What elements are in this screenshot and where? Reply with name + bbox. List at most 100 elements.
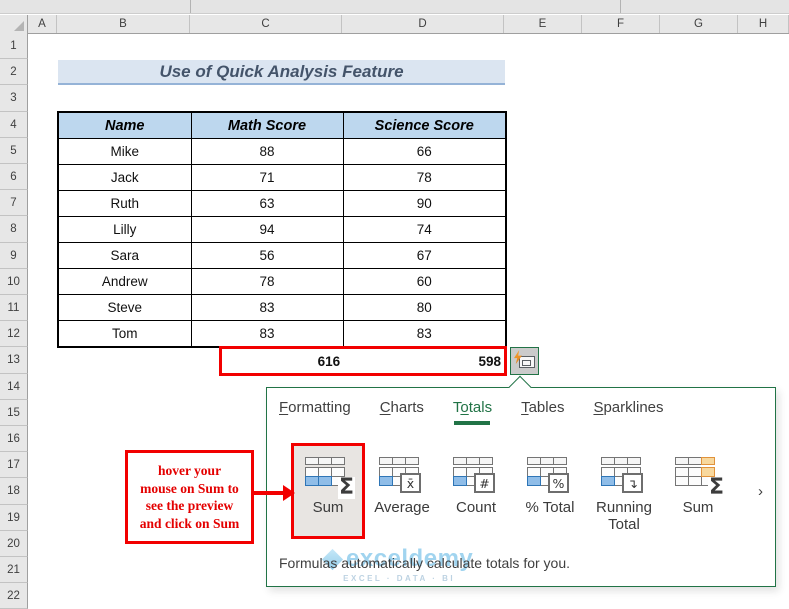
running-total-icon: ↴ (601, 457, 647, 494)
row-header-12[interactable]: 12 (0, 321, 28, 347)
sum-rows-icon: Σ (305, 457, 355, 499)
row-header-5[interactable]: 5 (0, 138, 28, 164)
cell-math[interactable]: 83 (190, 320, 344, 348)
quick-analysis-tabs: Formatting Charts Totals Tables Sparklin… (279, 399, 664, 425)
cell-science[interactable]: 78 (342, 164, 507, 191)
column-header-d[interactable]: D (342, 15, 504, 33)
cell-name[interactable]: Ruth (57, 190, 192, 217)
annotation-arrow (253, 491, 285, 495)
row-header-15[interactable]: 15 (0, 400, 28, 426)
quick-analysis-form-icon (519, 356, 535, 368)
row-header-3[interactable]: 3 (0, 85, 28, 112)
cell-name[interactable]: Jack (57, 164, 192, 191)
row-header-21[interactable]: 21 (0, 557, 28, 583)
row-header-11[interactable]: 11 (0, 295, 28, 321)
table-row: Ruth 63 90 (57, 190, 507, 217)
math-total[interactable]: 616 (222, 354, 342, 369)
cell-name[interactable]: Mike (57, 138, 192, 165)
column-header-g[interactable]: G (660, 15, 738, 33)
row-header-9[interactable]: 9 (0, 243, 28, 269)
cell-science[interactable]: 66 (342, 138, 507, 165)
cell-math[interactable]: 71 (190, 164, 344, 191)
cell-math[interactable]: 63 (190, 190, 344, 217)
tab-formatting[interactable]: Formatting (279, 399, 351, 416)
quick-analysis-button[interactable] (510, 347, 539, 375)
row-header-10[interactable]: 10 (0, 269, 28, 295)
sigma-glyph: Σ (337, 475, 355, 500)
row-header-14[interactable]: 14 (0, 374, 28, 400)
column-header-e[interactable]: E (504, 15, 582, 33)
option-label: Count (455, 499, 497, 516)
cell-math[interactable]: 94 (190, 216, 344, 243)
tab-totals[interactable]: Totals (453, 399, 492, 425)
row-header-17[interactable]: 17 (0, 452, 28, 478)
header-math-score[interactable]: Math Score (190, 111, 344, 139)
tab-sparklines[interactable]: Sparklines (593, 399, 663, 416)
row-header-7[interactable]: 7 (0, 190, 28, 216)
cell-math[interactable]: 56 (190, 242, 344, 269)
row-header-13[interactable]: 13 (0, 347, 28, 374)
totals-option-count[interactable]: # Count (439, 443, 513, 539)
column-header-a[interactable]: A (28, 15, 57, 33)
column-header-h[interactable]: H (738, 15, 789, 33)
row-header-2[interactable]: 2 (0, 59, 28, 85)
cell-science[interactable]: 90 (342, 190, 507, 217)
cell-math[interactable]: 78 (190, 268, 344, 295)
row-header-16[interactable]: 16 (0, 426, 28, 452)
annotation-text: hover your mouse on Sum to see the previ… (139, 463, 240, 531)
percent-total-icon: % (527, 457, 573, 494)
table-row: Mike 88 66 (57, 138, 507, 165)
option-label: Running Total (596, 499, 652, 533)
cell-math[interactable]: 83 (190, 294, 344, 321)
select-all-triangle-icon (14, 21, 24, 31)
quick-analysis-popup: Formatting Charts Totals Tables Sparklin… (266, 387, 776, 587)
option-label: Sum (682, 499, 714, 516)
table-row: Andrew 78 60 (57, 268, 507, 295)
cell-math[interactable]: 88 (190, 138, 344, 165)
totals-option-sum[interactable]: Σ Sum (291, 443, 365, 539)
table-row: Jack 71 78 (57, 164, 507, 191)
cell-science[interactable]: 80 (342, 294, 507, 321)
scroll-right-icon[interactable]: › (758, 484, 763, 499)
excel-window: A B C D E F G H 1 2 3 4 5 6 7 8 9 10 11 … (0, 0, 789, 609)
row-header-1[interactable]: 1 (0, 33, 28, 59)
annotation-box: hover your mouse on Sum to see the previ… (125, 450, 254, 544)
column-header-f[interactable]: F (582, 15, 660, 33)
cell-science[interactable]: 67 (342, 242, 507, 269)
tab-charts[interactable]: Charts (380, 399, 424, 416)
formula-bar-divider (620, 0, 621, 13)
header-name[interactable]: Name (57, 111, 192, 139)
totals-option-sum-columns[interactable]: Σ Sum (661, 443, 735, 539)
tab-tables[interactable]: Tables (521, 399, 564, 416)
cell-name[interactable]: Tom (57, 320, 192, 348)
row-header-22[interactable]: 22 (0, 583, 28, 609)
cell-name[interactable]: Andrew (57, 268, 192, 295)
table-row: Sara 56 67 (57, 242, 507, 269)
cell-name[interactable]: Sara (57, 242, 192, 269)
count-icon: # (453, 457, 499, 494)
cell-science[interactable]: 83 (342, 320, 507, 348)
average-icon: x̄ (379, 457, 425, 494)
science-total[interactable]: 598 (342, 354, 504, 369)
table-row: Steve 83 80 (57, 294, 507, 321)
cell-name[interactable]: Lilly (57, 216, 192, 243)
totals-option-average[interactable]: x̄ Average (365, 443, 439, 539)
page-title: Use of Quick Analysis Feature (159, 61, 404, 81)
cell-name[interactable]: Steve (57, 294, 192, 321)
column-header-c[interactable]: C (190, 15, 342, 33)
sigma-glyph: Σ (707, 475, 725, 500)
table-header-row: Name Math Score Science Score (57, 111, 507, 139)
row-header-19[interactable]: 19 (0, 505, 28, 531)
column-header-b[interactable]: B (57, 15, 190, 33)
cell-science[interactable]: 60 (342, 268, 507, 295)
totals-option-running-total[interactable]: ↴ Running Total (587, 443, 661, 539)
row-header-6[interactable]: 6 (0, 164, 28, 190)
header-science-score[interactable]: Science Score (342, 111, 507, 139)
row-header-8[interactable]: 8 (0, 216, 28, 243)
row-header-20[interactable]: 20 (0, 531, 28, 557)
totals-option-percent-total[interactable]: % % Total (513, 443, 587, 539)
row-header-18[interactable]: 18 (0, 478, 28, 505)
select-all-corner[interactable] (0, 15, 28, 33)
row-header-4[interactable]: 4 (0, 112, 28, 138)
cell-science[interactable]: 74 (342, 216, 507, 243)
